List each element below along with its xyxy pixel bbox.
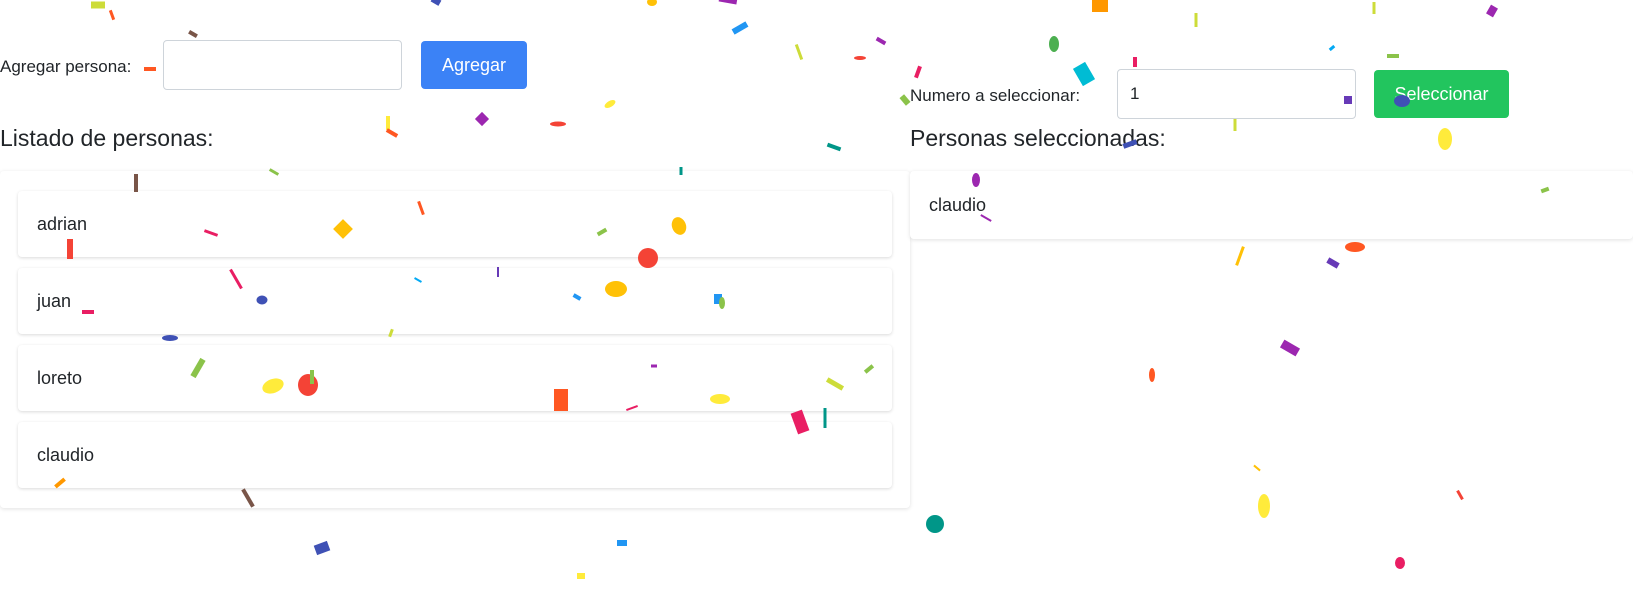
- confetti-piece: [875, 36, 887, 46]
- confetti-piece: [1395, 557, 1405, 569]
- confetti-piece: [899, 94, 911, 106]
- confetti-piece: [1486, 4, 1498, 18]
- confetti-piece: [926, 515, 944, 533]
- confetti-piece: [1253, 464, 1261, 472]
- select-button[interactable]: Seleccionar: [1374, 70, 1509, 118]
- selected-list-item: claudio: [910, 171, 1633, 239]
- confetti-piece: [144, 67, 156, 71]
- confetti-piece: [1438, 128, 1452, 150]
- confetti-piece: [1072, 61, 1096, 87]
- confetti-piece: [914, 65, 922, 79]
- confetti-piece: [1049, 36, 1059, 52]
- confetti-piece: [188, 30, 198, 38]
- select-count-label: Numero a seleccionar:: [910, 86, 1081, 105]
- confetti-piece: [1326, 257, 1340, 269]
- confetti-piece: [617, 540, 627, 546]
- confetti-piece: [1092, 0, 1108, 12]
- confetti-piece: [1149, 368, 1155, 382]
- selected-list-heading: Personas seleccionadas:: [910, 125, 1166, 151]
- add-button[interactable]: Agregar: [421, 41, 527, 89]
- confetti-piece: [108, 9, 116, 21]
- people-list-panel: adrian juan loreto claudio: [0, 171, 910, 508]
- confetti-piece: [1387, 54, 1399, 58]
- confetti-piece: [550, 121, 566, 127]
- confetti-piece: [385, 128, 399, 138]
- list-item: adrian: [18, 191, 892, 257]
- people-list-heading: Listado de personas:: [0, 125, 214, 151]
- confetti-piece: [854, 56, 866, 60]
- confetti-piece: [474, 111, 490, 127]
- confetti-piece: [91, 1, 105, 9]
- confetti-piece: [1279, 339, 1301, 357]
- list-item: juan: [18, 268, 892, 334]
- confetti-piece: [1235, 246, 1245, 266]
- confetti-piece: [1233, 119, 1237, 131]
- person-name: adrian: [37, 213, 88, 234]
- confetti-piece: [718, 0, 738, 5]
- confetti-piece: [577, 573, 585, 579]
- confetti-piece: [1345, 242, 1365, 252]
- person-name: juan: [37, 290, 72, 311]
- confetti-piece: [794, 43, 804, 61]
- confetti-piece: [1372, 2, 1376, 14]
- confetti-piece: [731, 21, 749, 35]
- confetti-piece: [1133, 57, 1137, 67]
- confetti-piece: [313, 540, 331, 556]
- confetti-piece: [430, 0, 442, 6]
- confetti-piece: [1456, 489, 1464, 501]
- confetti-piece: [826, 142, 842, 152]
- list-item: loreto: [18, 345, 892, 411]
- list-item: claudio: [18, 422, 892, 488]
- confetti-piece: [386, 116, 390, 130]
- confetti-piece: [604, 100, 616, 108]
- add-person-label: Agregar persona:: [0, 57, 132, 76]
- confetti-piece: [1258, 494, 1270, 518]
- person-name: claudio: [37, 444, 95, 465]
- confetti-piece: [647, 0, 657, 6]
- confetti-piece: [1328, 44, 1336, 52]
- add-person-input[interactable]: [163, 40, 402, 90]
- confetti-piece: [1194, 13, 1198, 27]
- person-name: loreto: [37, 367, 83, 388]
- select-count-input[interactable]: [1117, 69, 1356, 119]
- selected-person-name: claudio: [929, 194, 987, 215]
